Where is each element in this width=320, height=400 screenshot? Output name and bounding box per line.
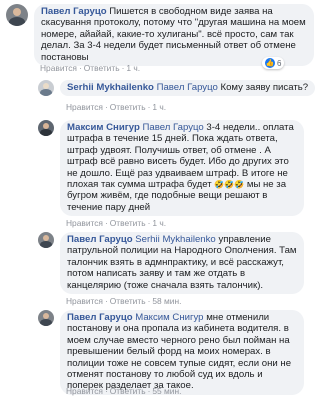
comment-thread: Павел Гаруцо Пишется в свободном виде за… bbox=[0, 0, 319, 400]
comment-serhii-1: Serhii Mykhailenko Павел Гаруцо Кому зая… bbox=[38, 80, 316, 97]
comment-maksim-1: Максим Снигур Павел Гаруцо 3-4 недели.. … bbox=[38, 120, 304, 217]
timestamp[interactable]: 1 ч. bbox=[152, 218, 166, 228]
comment-author[interactable]: Максим Снигур bbox=[67, 122, 140, 133]
comment-actions: Нравится · Ответить · 1 ч. bbox=[40, 63, 141, 73]
comment-mention[interactable]: Павел Гаруцо bbox=[142, 122, 203, 133]
comment-mention[interactable]: Павел Гаруцо bbox=[157, 82, 218, 93]
comment-bubble: Максим Снигур Павел Гаруцо 3-4 недели.. … bbox=[60, 120, 304, 217]
comment-text: мне отменили постанову и она пропала из … bbox=[67, 312, 292, 392]
avatar-serhii[interactable] bbox=[38, 80, 54, 96]
comment-bubble: Павел Гаруцо Serhii Mykhailenko управлен… bbox=[60, 232, 304, 295]
avatar-pavel[interactable] bbox=[38, 232, 54, 248]
comment-pavel-3: Павел Гаруцо Максим Снигур мне отменили … bbox=[38, 310, 304, 395]
comment-mention[interactable]: Максим Снигур bbox=[135, 312, 203, 323]
avatar-maksim[interactable] bbox=[38, 120, 54, 136]
comment-pavel-1: Павел Гаруцо Пишется в свободном виде за… bbox=[6, 4, 314, 69]
timestamp[interactable]: 58 мин. bbox=[152, 296, 181, 306]
comment-text: Кому заяву писать? bbox=[220, 82, 309, 93]
timestamp[interactable]: 1 ч. bbox=[126, 63, 140, 73]
comment-author[interactable]: Павел Гаруцо bbox=[41, 6, 107, 17]
comment-author[interactable]: Serhii Mykhailenko bbox=[67, 82, 154, 93]
like-icon: 👍 bbox=[265, 58, 275, 68]
avatar-pavel[interactable] bbox=[6, 4, 28, 26]
comment-actions: Нравится · Ответить · 58 мин. bbox=[66, 296, 182, 306]
comment-pavel-2: Павел Гаруцо Serhii Mykhailenko управлен… bbox=[38, 232, 304, 295]
like-link[interactable]: Нравится bbox=[66, 386, 103, 396]
laughing-emoji-icon: 🤣🤣🤣 bbox=[214, 180, 245, 190]
reply-link[interactable]: Ответить bbox=[84, 63, 120, 73]
comment-mention[interactable]: Serhii Mykhailenko bbox=[135, 234, 216, 245]
reaction-number: 6 bbox=[277, 58, 282, 68]
comment-actions: Нравится · Ответить · 1 ч. bbox=[66, 102, 167, 112]
like-link[interactable]: Нравится bbox=[40, 63, 77, 73]
comment-author[interactable]: Павел Гаруцо bbox=[67, 234, 133, 245]
avatar-pavel[interactable] bbox=[38, 310, 54, 326]
like-link[interactable]: Нравится bbox=[66, 218, 103, 228]
timestamp[interactable]: 1 ч. bbox=[152, 102, 166, 112]
comment-bubble: Serhii Mykhailenko Павел Гаруцо Кому зая… bbox=[60, 80, 316, 97]
reply-link[interactable]: Ответить bbox=[110, 296, 146, 306]
reply-link[interactable]: Ответить bbox=[110, 102, 146, 112]
like-link[interactable]: Нравится bbox=[66, 296, 103, 306]
comment-actions: Нравится · Ответить · 55 мин. bbox=[66, 386, 182, 396]
comment-author[interactable]: Павел Гаруцо bbox=[67, 312, 133, 323]
reply-link[interactable]: Ответить bbox=[110, 386, 146, 396]
like-link[interactable]: Нравится bbox=[66, 102, 103, 112]
comment-actions: Нравится · Ответить · 1 ч. bbox=[66, 218, 167, 228]
timestamp[interactable]: 55 мин. bbox=[152, 386, 181, 396]
reaction-count[interactable]: 👍 6 bbox=[262, 57, 285, 69]
reply-link[interactable]: Ответить bbox=[110, 218, 146, 228]
comment-bubble: Павел Гаруцо Максим Снигур мне отменили … bbox=[60, 310, 304, 395]
